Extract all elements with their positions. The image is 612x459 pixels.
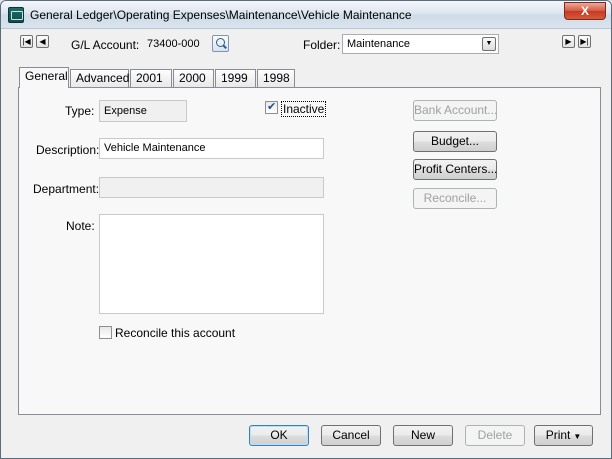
cancel-button[interactable]: Cancel [321, 425, 381, 446]
description-label: Description: [36, 143, 100, 157]
tab-1999[interactable]: 1999 [215, 69, 256, 87]
budget-button[interactable]: Budget... [413, 131, 497, 152]
folder-select-value: Maintenance [347, 38, 410, 50]
close-button[interactable]: X [564, 2, 606, 20]
type-field: Expense [99, 100, 187, 122]
folder-select[interactable]: Maintenance ▼ [342, 34, 499, 54]
tab-2000[interactable]: 2000 [173, 69, 214, 87]
profit-centers-button[interactable]: Profit Centers... [413, 159, 497, 180]
ok-button[interactable]: OK [249, 425, 309, 446]
gl-account-window: General Ledger\Operating Expenses\Mainte… [0, 0, 612, 459]
title-bar[interactable]: General Ledger\Operating Expenses\Mainte… [1, 1, 611, 29]
tab-advanced[interactable]: Advanced [70, 69, 129, 87]
note-textarea[interactable] [99, 214, 324, 314]
window-title: General Ledger\Operating Expenses\Mainte… [30, 8, 412, 22]
department-label: Department: [33, 182, 100, 196]
first-record-button[interactable]: |◀ [20, 35, 33, 48]
gl-account-label: G/L Account: [71, 38, 140, 52]
reconcile-account-label[interactable]: Reconcile this account [115, 326, 235, 340]
note-label: Note: [66, 219, 95, 233]
new-button[interactable]: New [393, 425, 453, 446]
app-icon [8, 7, 24, 23]
next-record-button[interactable]: ▶ [562, 35, 575, 48]
reconcile-account-checkbox[interactable] [99, 326, 112, 339]
tab-1998[interactable]: 1998 [257, 69, 295, 87]
tab-general[interactable]: General [19, 67, 69, 88]
inactive-label[interactable]: Inactive [281, 101, 327, 117]
tab-2001[interactable]: 2001 [130, 69, 172, 87]
previous-record-button[interactable]: ◀ [36, 35, 49, 48]
inactive-checkbox[interactable] [265, 100, 278, 114]
reconcile-button[interactable]: Reconcile... [413, 188, 497, 209]
print-button-label: Print [545, 428, 571, 442]
chevron-down-icon[interactable]: ▼ [482, 37, 496, 51]
description-input[interactable]: Vehicle Maintenance [99, 138, 324, 159]
caret-down-icon: ▼ [573, 432, 582, 441]
last-record-button[interactable]: ▶| [578, 35, 591, 48]
delete-button[interactable]: Delete [465, 425, 525, 446]
gl-account-field[interactable]: 73400-000 [142, 34, 210, 54]
print-button[interactable]: Print ▼ [534, 425, 593, 446]
bank-account-button[interactable]: Bank Account... [413, 100, 497, 121]
type-label: Type: [65, 104, 95, 118]
folder-label: Folder: [303, 38, 341, 52]
account-lookup-icon[interactable] [212, 35, 229, 52]
department-field[interactable] [99, 177, 324, 198]
